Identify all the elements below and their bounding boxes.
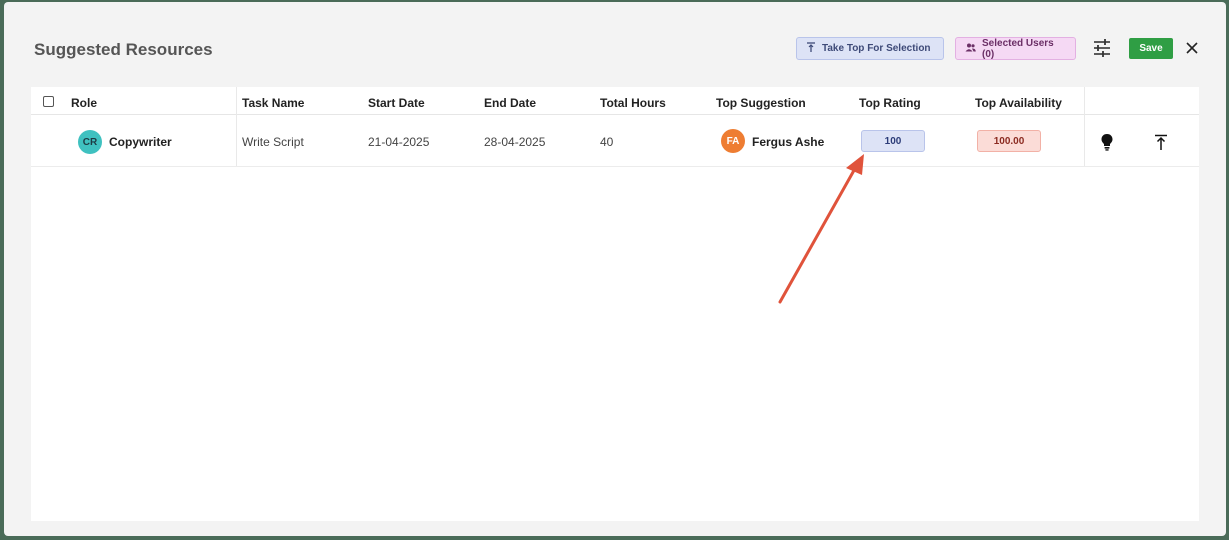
- column-header-end-date[interactable]: End Date: [484, 96, 536, 110]
- top-rating-badge: 100: [861, 130, 925, 152]
- resources-table: Role Task Name Start Date End Date Total…: [31, 87, 1199, 521]
- column-header-top-rating[interactable]: Top Rating: [859, 96, 921, 110]
- lightbulb-icon[interactable]: [1100, 133, 1116, 151]
- column-header-total-hours[interactable]: Total Hours: [600, 96, 666, 110]
- column-header-role[interactable]: Role: [71, 96, 97, 110]
- take-top-label: Take Top For Selection: [822, 43, 931, 54]
- selected-users-label: Selected Users (0): [982, 37, 1054, 60]
- save-button[interactable]: Save: [1129, 38, 1173, 59]
- total-hours: 40: [600, 135, 614, 149]
- column-header-top-suggestion[interactable]: Top Suggestion: [716, 96, 806, 110]
- modal-title: Suggested Resources: [34, 40, 213, 59]
- table-row[interactable]: CR Copywriter Write Script 21-04-2025 28…: [31, 116, 1199, 167]
- column-header-top-availability[interactable]: Top Availability: [975, 96, 1062, 110]
- task-name: Write Script: [242, 135, 304, 149]
- suggested-resources-modal: Suggested Resources Take Top For Selecti…: [4, 2, 1226, 536]
- suggestion-avatar: FA: [721, 129, 745, 153]
- role-avatar: CR: [78, 130, 102, 154]
- column-header-task-name[interactable]: Task Name: [242, 96, 304, 110]
- select-all-checkbox[interactable]: [43, 96, 54, 107]
- table-header: Role Task Name Start Date End Date Total…: [31, 87, 1199, 115]
- top-suggestion-name[interactable]: Fergus Ashe: [752, 135, 824, 149]
- end-date: 28-04-2025: [484, 135, 546, 149]
- align-top-icon[interactable]: [1154, 134, 1170, 152]
- close-icon[interactable]: [1184, 40, 1202, 58]
- selected-users-button[interactable]: Selected Users (0): [955, 37, 1076, 60]
- take-top-button[interactable]: Take Top For Selection: [796, 37, 944, 60]
- users-icon: [965, 43, 976, 55]
- column-header-start-date[interactable]: Start Date: [368, 96, 425, 110]
- start-date: 21-04-2025: [368, 135, 430, 149]
- role-name: Copywriter: [109, 135, 172, 149]
- sliders-icon[interactable]: [1092, 38, 1114, 60]
- align-top-icon: [806, 41, 816, 56]
- top-availability-badge: 100.00: [977, 130, 1041, 152]
